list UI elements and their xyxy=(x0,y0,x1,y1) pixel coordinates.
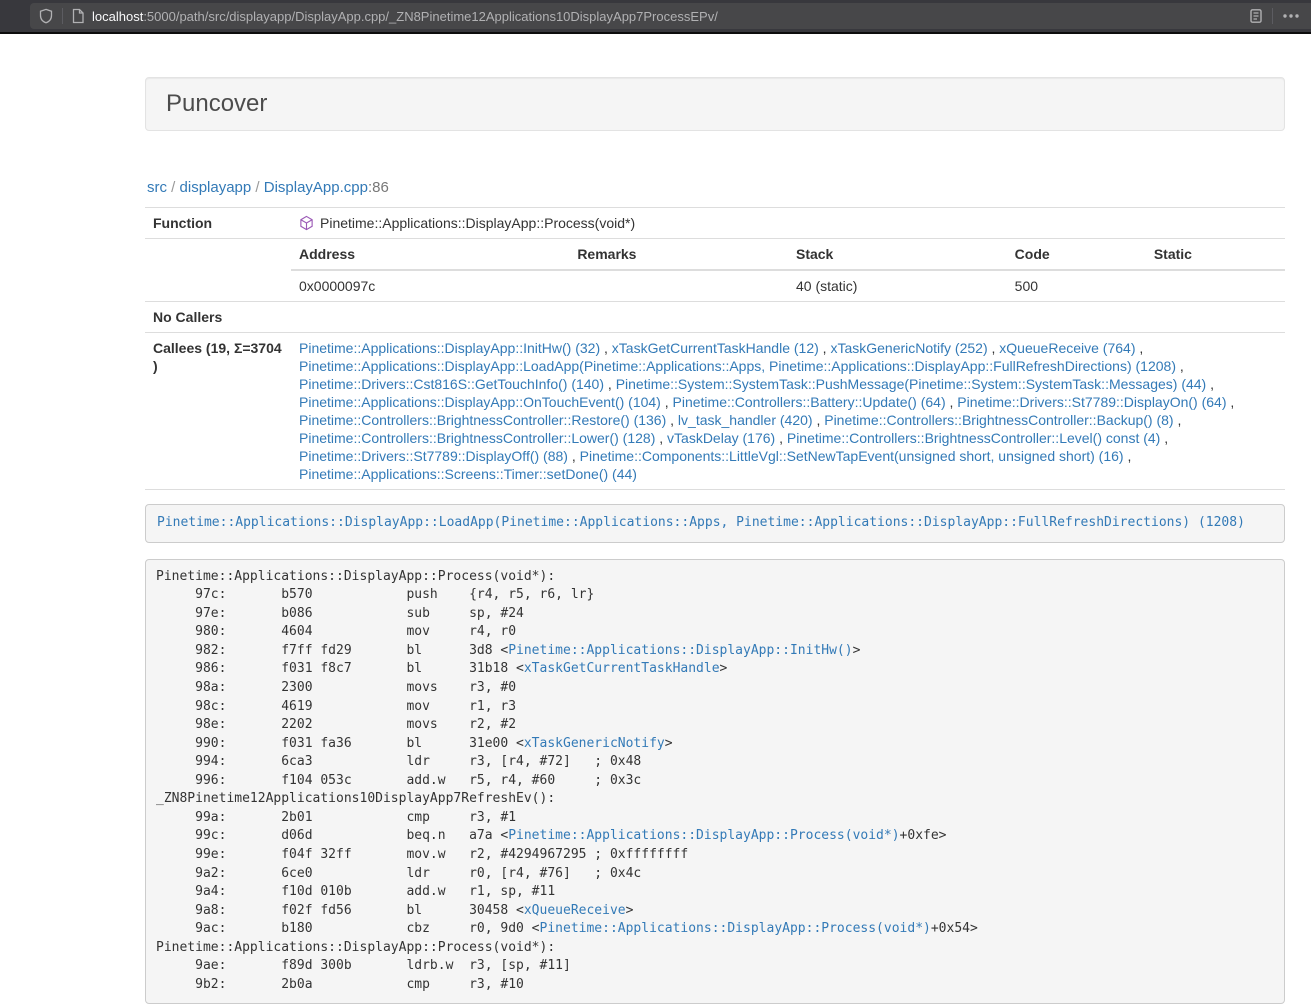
stats-table-head-row: AddressRemarksStackCodeStatic xyxy=(291,239,1285,270)
tracking-protection-shield-icon[interactable] xyxy=(38,8,54,24)
callee-link[interactable]: xTaskGetCurrentTaskHandle (12) xyxy=(612,340,819,356)
function-row: Function Pinetime::Applications::Display… xyxy=(145,208,1285,239)
url-host: localhost xyxy=(92,9,143,24)
stats-column-header: Code xyxy=(1007,239,1146,270)
callee-link[interactable]: Pinetime::Controllers::BrightnessControl… xyxy=(299,430,655,446)
page-title: Puncover xyxy=(166,91,1264,117)
stats-table: AddressRemarksStackCodeStatic 0x0000097c… xyxy=(291,239,1285,301)
callee-link[interactable]: Pinetime::Controllers::Battery::Update()… xyxy=(673,394,946,410)
callee-link[interactable]: Pinetime::Applications::Screens::Timer::… xyxy=(299,466,637,482)
no-callers-content xyxy=(291,302,1285,333)
no-callers-label: No Callers xyxy=(145,302,291,333)
callee-link[interactable]: lv_task_handler (420) xyxy=(678,412,813,428)
more-actions-icon[interactable] xyxy=(1281,8,1301,24)
stats-cell: 40 (static) xyxy=(788,270,1007,301)
stats-table-body: 0x0000097c 40 (static)500 xyxy=(291,270,1285,301)
breadcrumb-separator: / xyxy=(167,179,180,196)
callee-link[interactable]: Pinetime::Applications::DisplayApp::OnTo… xyxy=(299,394,661,410)
urlbar-divider xyxy=(1272,8,1273,24)
stats-column-header: Remarks xyxy=(569,239,788,270)
function-table: Function Pinetime::Applications::Display… xyxy=(145,207,1285,490)
function-name: Pinetime::Applications::DisplayApp::Proc… xyxy=(320,215,635,231)
browser-toolbar: localhost:5000/path/src/displayapp/Displ… xyxy=(0,0,1311,34)
stats-row-label xyxy=(145,239,291,302)
asm-symbol-link[interactable]: xTaskGenericNotify xyxy=(524,736,665,751)
callee-link[interactable]: vTaskDelay (176) xyxy=(667,430,775,446)
callee-link[interactable]: Pinetime::Applications::DisplayApp::Init… xyxy=(299,340,600,356)
breadcrumb-separator: / xyxy=(251,179,264,196)
callee-link[interactable]: Pinetime::Controllers::BrightnessControl… xyxy=(299,412,666,428)
stats-cell: 0x0000097c xyxy=(291,270,569,301)
callee-link[interactable]: Pinetime::Drivers::Cst816S::GetTouchInfo… xyxy=(299,376,604,392)
callee-link[interactable]: Pinetime::Applications::DisplayApp::Load… xyxy=(299,358,1176,374)
url-text[interactable]: localhost:5000/path/src/displayapp/Displ… xyxy=(92,9,1248,24)
disassembly-block: Pinetime::Applications::DisplayApp::Proc… xyxy=(145,559,1285,1004)
callees-row: Callees (19, Σ=3704 ) Pinetime::Applicat… xyxy=(145,333,1285,490)
callee-link[interactable]: Pinetime::Controllers::BrightnessControl… xyxy=(824,412,1173,428)
stats-cell xyxy=(1146,270,1285,301)
page-identity-icon[interactable] xyxy=(71,8,85,24)
callee-link[interactable]: Pinetime::System::SystemTask::PushMessag… xyxy=(616,376,1207,392)
breadcrumb-link[interactable]: src xyxy=(147,179,167,196)
asm-symbol-link[interactable]: Pinetime::Applications::DisplayApp::Proc… xyxy=(508,828,899,843)
callee-link[interactable]: Pinetime::Controllers::BrightnessControl… xyxy=(787,430,1160,446)
highlighted-callee-link[interactable]: Pinetime::Applications::DisplayApp::Load… xyxy=(157,515,1245,530)
stats-table-row: 0x0000097c 40 (static)500 xyxy=(291,270,1285,301)
stats-cell: 500 xyxy=(1007,270,1146,301)
stats-cell xyxy=(569,270,788,301)
callee-link[interactable]: Pinetime::Drivers::St7789::DisplayOn() (… xyxy=(957,394,1226,410)
no-callers-row: No Callers xyxy=(145,302,1285,333)
function-row-label: Function xyxy=(145,208,291,239)
app-header-panel: Puncover xyxy=(145,77,1285,131)
highlighted-callee-box: Pinetime::Applications::DisplayApp::Load… xyxy=(145,504,1285,543)
url-bar[interactable]: localhost:5000/path/src/displayapp/Displ… xyxy=(30,3,1311,29)
breadcrumb-link[interactable]: DisplayApp.cpp xyxy=(264,179,368,196)
stats-row: AddressRemarksStackCodeStatic 0x0000097c… xyxy=(145,239,1285,302)
urlbar-divider xyxy=(62,8,63,24)
stats-table-cell: AddressRemarksStackCodeStatic 0x0000097c… xyxy=(291,239,1285,302)
asm-symbol-link[interactable]: xTaskGetCurrentTaskHandle xyxy=(524,661,720,676)
page-container: Puncover src / displayapp / DisplayApp.c… xyxy=(145,77,1285,1004)
callee-link[interactable]: Pinetime::Drivers::St7789::DisplayOff() … xyxy=(299,448,568,464)
function-name-cell: Pinetime::Applications::DisplayApp::Proc… xyxy=(291,208,1285,239)
breadcrumb-link[interactable]: displayapp xyxy=(180,179,252,196)
reader-mode-icon[interactable] xyxy=(1248,8,1264,24)
breadcrumb: src / displayapp / DisplayApp.cpp:86 xyxy=(147,179,1285,197)
asm-symbol-link[interactable]: Pinetime::Applications::DisplayApp::Init… xyxy=(508,643,852,658)
cube-icon xyxy=(299,215,314,231)
stats-column-header: Address xyxy=(291,239,569,270)
callee-link[interactable]: xTaskGenericNotify (252) xyxy=(830,340,987,356)
callees-label: Callees (19, Σ=3704 ) xyxy=(145,333,291,490)
stats-column-header: Static xyxy=(1146,239,1285,270)
callees-list: Pinetime::Applications::DisplayApp::Init… xyxy=(291,333,1285,490)
callee-link[interactable]: xQueueReceive (764) xyxy=(999,340,1135,356)
breadcrumb-line-number: :86 xyxy=(368,179,389,196)
asm-symbol-link[interactable]: Pinetime::Applications::DisplayApp::Proc… xyxy=(540,921,931,936)
stats-column-header: Stack xyxy=(788,239,1007,270)
url-path: :5000/path/src/displayapp/DisplayApp.cpp… xyxy=(143,9,718,24)
asm-symbol-link[interactable]: xQueueReceive xyxy=(524,903,626,918)
callee-link[interactable]: Pinetime::Components::LittleVgl::SetNewT… xyxy=(580,448,1124,464)
